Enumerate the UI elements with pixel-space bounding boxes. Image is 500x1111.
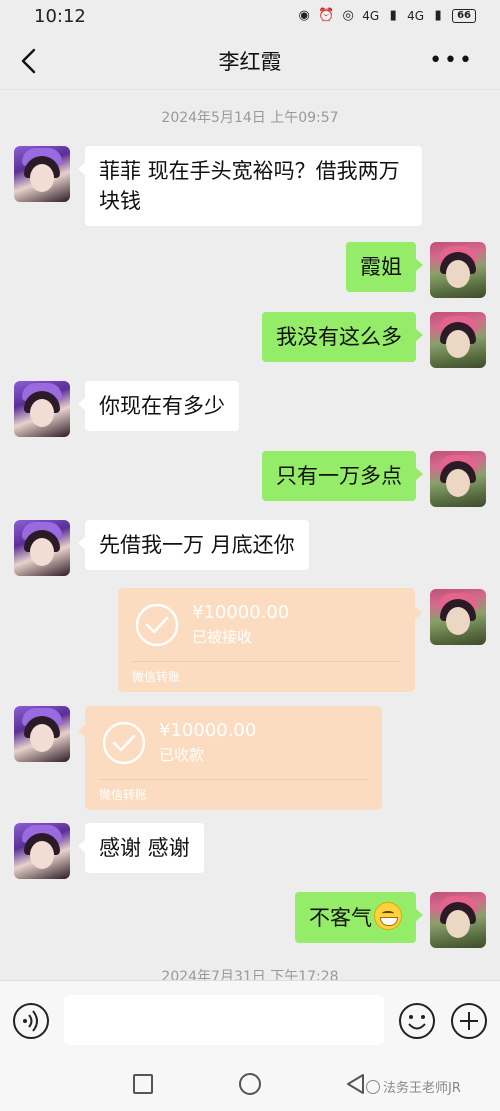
- message-bubble-sent[interactable]: 我没有这么多: [262, 312, 423, 362]
- message-bubble-received[interactable]: 菲菲 现在手头宽裕吗？借我两万块钱: [78, 146, 422, 226]
- transfer-card-received[interactable]: ¥10000.00 已收款 微信转账: [78, 706, 382, 810]
- transfer-card-sent[interactable]: ¥10000.00 已被接收 微信转账: [118, 588, 422, 692]
- network-type: 4G: [362, 9, 380, 23]
- message-bubble-sent[interactable]: 只有一万多点: [262, 451, 423, 501]
- watermark-logo-icon: [366, 1079, 380, 1094]
- input-bar: [0, 980, 500, 1058]
- message-bubble-sent[interactable]: 霞姐: [346, 242, 423, 292]
- eye-icon: ◉: [298, 8, 310, 23]
- check-circle-icon: [102, 721, 146, 765]
- alarm-icon: ⏰: [318, 8, 335, 23]
- network-type-2: 4G: [407, 9, 425, 23]
- plus-icon[interactable]: [450, 1002, 488, 1040]
- user-avatar[interactable]: [430, 451, 486, 507]
- recents-icon[interactable]: [133, 1074, 153, 1094]
- user-avatar[interactable]: [430, 589, 486, 645]
- contact-avatar[interactable]: [14, 706, 70, 762]
- signal-icon-2: ▮: [434, 8, 442, 23]
- hotspot-icon: ◎: [342, 8, 354, 23]
- message-bubble-sent[interactable]: 不客气: [295, 892, 423, 943]
- status-time: 10:12: [34, 5, 86, 27]
- message-text: 不客气: [309, 906, 372, 930]
- check-circle-icon: [135, 603, 179, 647]
- user-avatar[interactable]: [430, 312, 486, 368]
- message-bubble-received[interactable]: 先借我一万 月底还你: [78, 520, 309, 570]
- signal-icon: ▮: [389, 8, 397, 23]
- contact-avatar[interactable]: [14, 381, 70, 437]
- emoji-icon[interactable]: [398, 1002, 436, 1040]
- chat-timestamp: 2024年5月14日 上午09:57: [161, 110, 339, 126]
- status-icons: ◉ ⏰ ◎ 4G ▮ 4G ▮ 66: [296, 9, 476, 23]
- chat-title: 李红霞: [218, 49, 282, 74]
- divider: [99, 779, 368, 780]
- chat-header: 李红霞 •••: [0, 32, 500, 90]
- home-icon[interactable]: [239, 1073, 261, 1095]
- watermark-text: 法务王老师JR: [383, 1081, 461, 1096]
- contact-avatar[interactable]: [14, 146, 70, 202]
- transfer-status: 已收款: [159, 746, 205, 764]
- message-bubble-received[interactable]: 你现在有多少: [78, 381, 239, 431]
- contact-avatar[interactable]: [14, 520, 70, 576]
- transfer-amount: ¥10000.00: [192, 602, 290, 623]
- watermark: 法务王老师JR: [366, 1077, 461, 1096]
- grin-emoji-icon: [374, 902, 402, 930]
- battery-indicator: 66: [452, 9, 476, 23]
- divider: [132, 661, 401, 662]
- message-input[interactable]: [64, 995, 384, 1045]
- message-bubble-received[interactable]: 感谢 感谢: [78, 823, 204, 873]
- system-nav-bar: 法务王老师JR: [0, 1058, 500, 1111]
- transfer-label: 微信转账: [99, 788, 148, 802]
- user-avatar[interactable]: [430, 242, 486, 298]
- more-options-icon[interactable]: •••: [429, 50, 474, 72]
- nav-back-icon[interactable]: [344, 1072, 366, 1096]
- transfer-status: 已被接收: [192, 628, 253, 646]
- chat-timestamp: 2024年7月31日 下午17:28: [161, 969, 339, 980]
- transfer-label: 微信转账: [132, 670, 181, 684]
- user-avatar[interactable]: [430, 892, 486, 948]
- contact-avatar[interactable]: [14, 823, 70, 879]
- voice-input-icon[interactable]: [12, 1002, 50, 1040]
- transfer-amount: ¥10000.00: [159, 720, 257, 741]
- status-bar: 10:12 ◉ ⏰ ◎ 4G ▮ 4G ▮ 66: [0, 0, 500, 32]
- back-arrow-icon[interactable]: [16, 46, 42, 76]
